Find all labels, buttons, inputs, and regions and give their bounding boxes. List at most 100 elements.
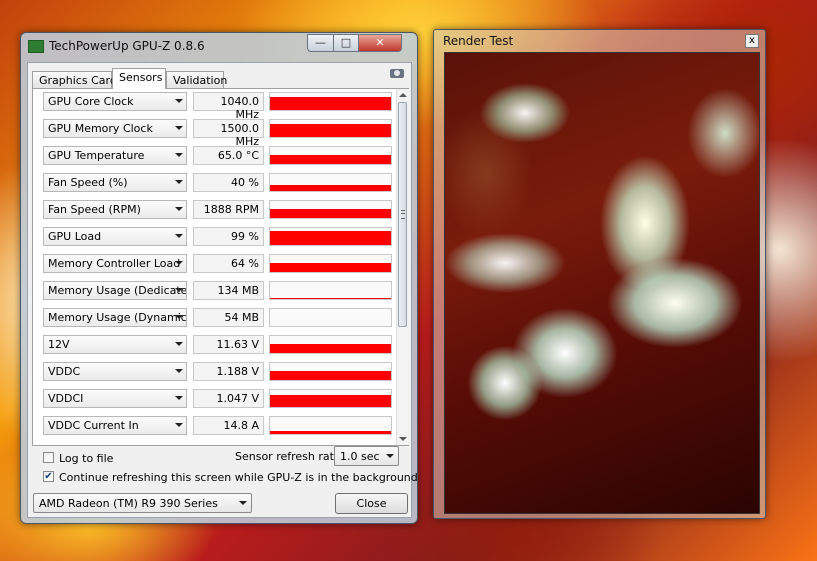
- sensor-row: VDDCI 1.047 V: [33, 386, 393, 413]
- tab-graphics-card[interactable]: Graphics Card: [32, 71, 117, 88]
- sensor-name-select[interactable]: 12V: [43, 335, 187, 354]
- gpu-select-value: AMD Radeon (TM) R9 390 Series: [39, 497, 218, 510]
- sensor-row: GPU Core Clock 1040.0 MHz: [33, 89, 393, 121]
- log-to-file-checkbox[interactable]: [43, 452, 54, 463]
- sensor-name-select[interactable]: VDDCI: [43, 389, 187, 408]
- sensor-name: VDDCI: [48, 392, 84, 405]
- sensor-name-select[interactable]: GPU Load: [43, 227, 187, 246]
- scrollbar-thumb[interactable]: [398, 102, 407, 327]
- sensor-graph-fill: [270, 344, 391, 353]
- chevron-down-icon: [175, 423, 183, 427]
- sensor-name-select[interactable]: GPU Temperature: [43, 146, 187, 165]
- sensor-name-select[interactable]: Memory Controller Load: [43, 254, 187, 273]
- grip-icon: [401, 210, 405, 219]
- sensor-name-select[interactable]: GPU Memory Clock: [43, 119, 187, 138]
- sensor-graph-fill: [270, 209, 391, 218]
- scroll-down-icon[interactable]: [399, 437, 407, 441]
- sensor-graph: [269, 389, 392, 408]
- sensor-graph: [269, 254, 392, 273]
- chevron-down-icon: [175, 126, 183, 130]
- sensor-name-select[interactable]: Fan Speed (%): [43, 173, 187, 192]
- chevron-down-icon: [175, 315, 183, 319]
- sensor-graph-fill: [270, 124, 391, 137]
- tab-sensors[interactable]: Sensors: [112, 68, 166, 89]
- sensor-name-select[interactable]: VDDC Current In: [43, 416, 187, 435]
- sensor-name: Fan Speed (RPM): [48, 203, 141, 216]
- scroll-up-icon[interactable]: [399, 93, 407, 97]
- refresh-rate-value: 1.0 sec: [340, 450, 380, 463]
- chevron-down-icon: [386, 454, 394, 458]
- chevron-down-icon: [175, 234, 183, 238]
- sensor-name-select[interactable]: Memory Usage (Dynamic): [43, 308, 187, 327]
- sensor-value: 40 %: [193, 173, 264, 192]
- gpuz-app-icon: [28, 40, 44, 53]
- gpuz-window: TechPowerUp GPU-Z 0.8.6 — □ ✕ Graphics C…: [20, 32, 418, 524]
- sensor-graph-fill: [270, 231, 391, 245]
- refresh-rate-select[interactable]: 1.0 sec: [334, 446, 399, 466]
- sensor-row: Memory Usage (Dedicated) 134 MB: [33, 278, 393, 305]
- gpuz-client-area: Graphics Card Sensors Validation GPU Cor…: [27, 62, 418, 518]
- sensor-graph: [269, 200, 392, 219]
- sensor-graph-fill: [270, 97, 391, 110]
- sensor-graph: [269, 92, 392, 111]
- close-button[interactable]: Close: [335, 493, 408, 514]
- tab-validation[interactable]: Validation: [166, 71, 227, 88]
- sensor-value: 1888 RPM: [193, 200, 264, 219]
- sensor-row: Memory Controller Load 64 %: [33, 251, 393, 278]
- sensor-graph: [269, 227, 392, 246]
- sensor-graph-fill: [270, 395, 391, 407]
- sensor-name-select[interactable]: GPU Core Clock: [43, 92, 187, 111]
- chevron-down-icon: [175, 180, 183, 184]
- sensor-name: GPU Temperature: [48, 149, 145, 162]
- sensor-name-select[interactable]: VDDC: [43, 362, 187, 381]
- sensors-scrollbar[interactable]: [396, 89, 409, 445]
- camera-icon[interactable]: [390, 69, 404, 78]
- window-title: TechPowerUp GPU-Z 0.8.6: [49, 39, 205, 53]
- sensor-graph-fill: [270, 185, 391, 191]
- gpuz-titlebar[interactable]: TechPowerUp GPU-Z 0.8.6 — □ ✕: [21, 33, 417, 59]
- sensor-value: 64 %: [193, 254, 264, 273]
- sensor-value: 1.188 V: [193, 362, 264, 381]
- render-test-title: Render Test: [443, 34, 514, 48]
- sensor-graph-fill: [270, 298, 391, 299]
- sensor-row: 12V 11.63 V: [33, 332, 393, 359]
- sensor-value: 54 MB: [193, 308, 264, 327]
- chevron-down-icon: [175, 207, 183, 211]
- sensor-name: 12V: [48, 338, 70, 351]
- render-test-window: Render Test x: [433, 29, 766, 519]
- sensor-name-select[interactable]: Memory Usage (Dedicated): [43, 281, 187, 300]
- chevron-down-icon: [239, 501, 247, 505]
- sensor-row: VDDC 1.188 V: [33, 359, 393, 386]
- gpu-select[interactable]: AMD Radeon (TM) R9 390 Series: [33, 493, 252, 513]
- render-close-button[interactable]: x: [745, 34, 759, 48]
- sensor-graph: [269, 416, 392, 435]
- sensor-graph: [269, 308, 392, 327]
- sensor-value: 14.8 A: [193, 416, 264, 435]
- log-to-file-label: Log to file: [59, 452, 114, 465]
- sensor-graph-fill: [270, 431, 391, 434]
- sensor-name: VDDC Current In: [48, 419, 139, 432]
- chevron-down-icon: [175, 396, 183, 400]
- sensor-row: GPU Load 99 %: [33, 224, 393, 251]
- sensor-value: 1500.0 MHz: [193, 119, 264, 148]
- sensor-name: Memory Usage (Dedicated): [48, 284, 187, 297]
- sensor-graph-fill: [270, 263, 391, 272]
- sensor-value: 1040.0 MHz: [193, 92, 264, 121]
- minimize-button[interactable]: —: [307, 34, 334, 52]
- continue-refresh-label: Continue refreshing this screen while GP…: [59, 471, 418, 484]
- chevron-down-icon: [175, 261, 183, 265]
- sensor-graph: [269, 362, 392, 381]
- sensor-name: Memory Controller Load: [48, 257, 181, 270]
- sensor-row: Fan Speed (%) 40 %: [33, 170, 393, 197]
- sensor-name-select[interactable]: Fan Speed (RPM): [43, 200, 187, 219]
- maximize-button[interactable]: □: [333, 34, 359, 52]
- sensor-graph-fill: [270, 371, 391, 380]
- sensor-name: GPU Core Clock: [48, 95, 134, 108]
- sensor-row: GPU Memory Clock 1500.0 MHz: [33, 116, 393, 148]
- sensor-name: Fan Speed (%): [48, 176, 128, 189]
- continue-refresh-checkbox[interactable]: ✔: [43, 471, 54, 482]
- sensor-graph: [269, 146, 392, 165]
- chevron-down-icon: [175, 99, 183, 103]
- window-close-button[interactable]: ✕: [358, 34, 402, 52]
- sensors-panel: GPU Core Clock 1040.0 MHz GPU Memory Clock…: [32, 88, 409, 446]
